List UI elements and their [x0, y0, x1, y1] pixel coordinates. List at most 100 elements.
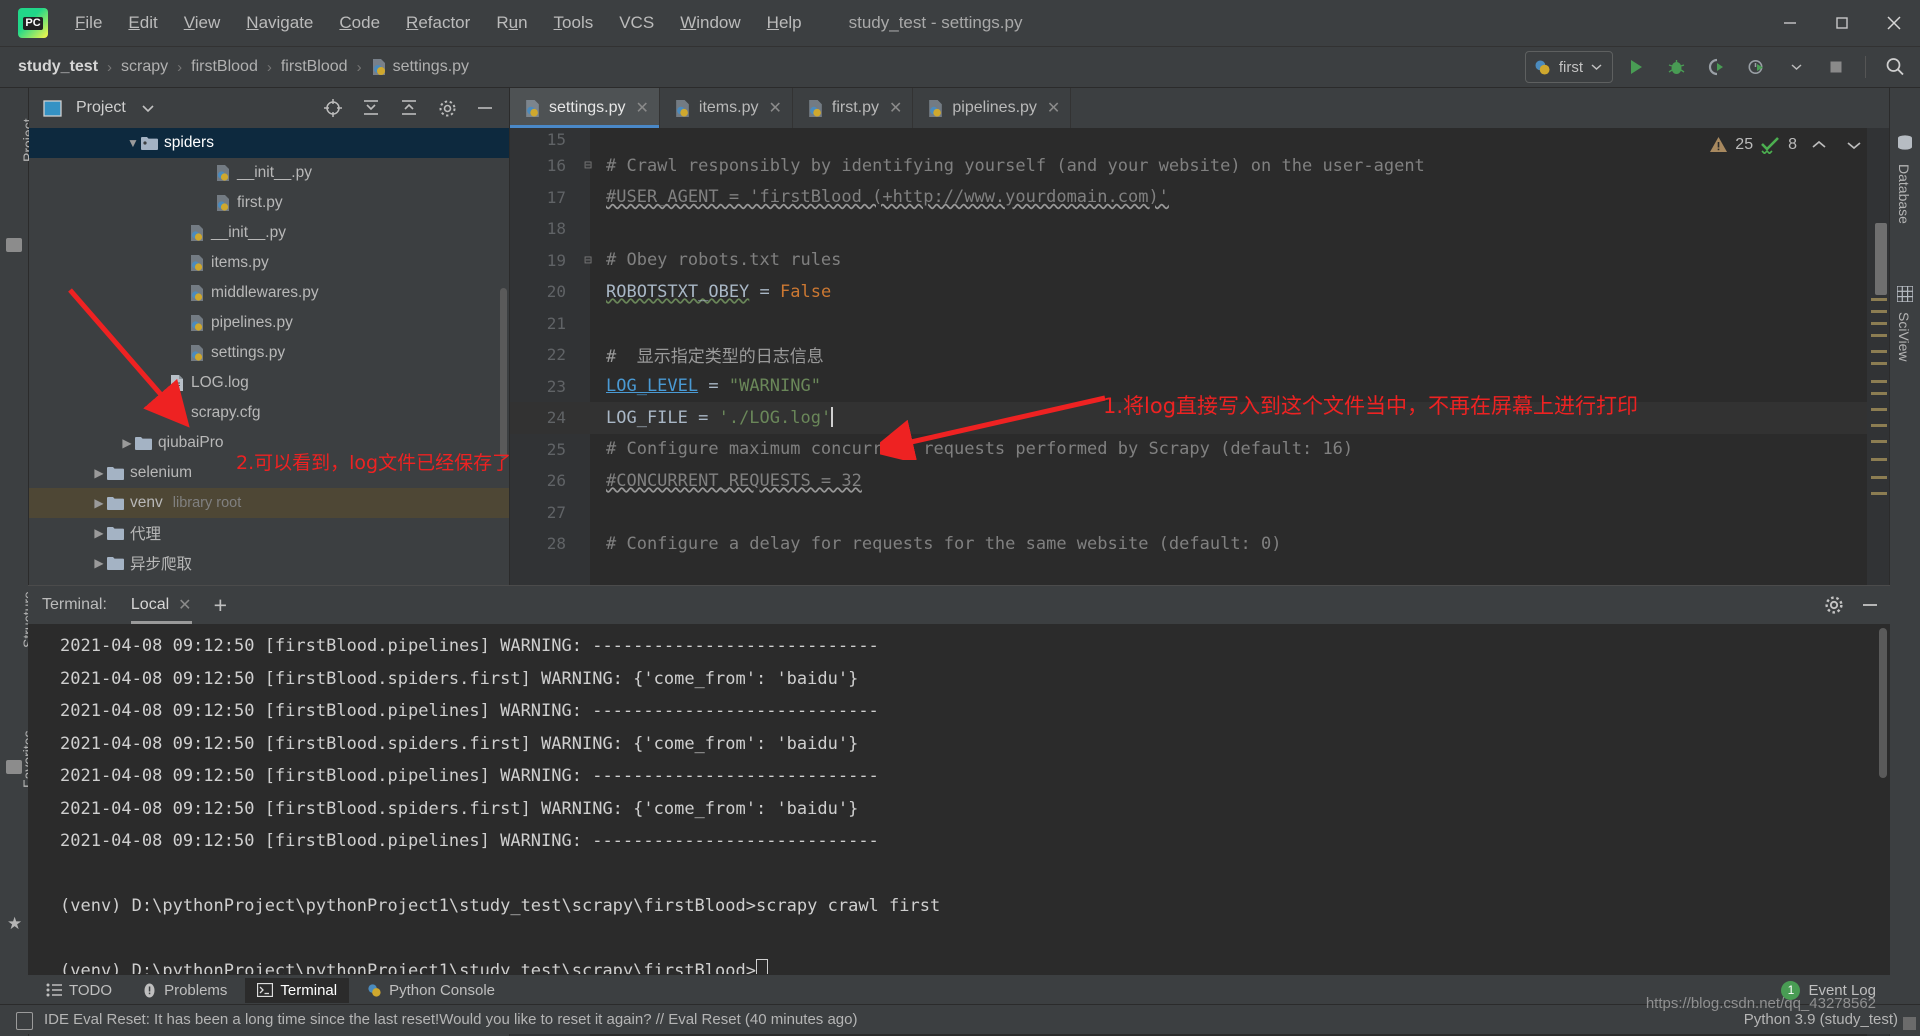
tab-settings-py[interactable]: settings.py ✕ — [510, 88, 660, 128]
chevron-right-icon[interactable]: ▶ — [91, 556, 107, 570]
python-interpreter-label[interactable]: Python 3.9 (study_test) — [1744, 1011, 1898, 1028]
menu-help[interactable]: Help — [754, 13, 815, 33]
menu-tools[interactable]: Tools — [541, 13, 607, 33]
close-icon[interactable]: ✕ — [889, 98, 902, 118]
close-icon[interactable]: ✕ — [768, 98, 781, 118]
fold-marker[interactable]: ⊟ — [576, 158, 600, 173]
python-icon — [368, 983, 381, 997]
menu-edit[interactable]: Edit — [115, 13, 170, 33]
breadcrumb-item-0[interactable]: study_test — [18, 58, 98, 76]
tool-button-label: Terminal — [280, 981, 338, 999]
menu-run[interactable]: Run — [483, 13, 540, 33]
menu-window[interactable]: Window — [667, 13, 753, 33]
tool-button-terminal[interactable]: Terminal — [245, 977, 350, 1003]
sciview-icon[interactable] — [1897, 286, 1913, 302]
rail-sciview-label[interactable]: SciView — [1896, 312, 1912, 362]
maximize-button[interactable] — [1816, 0, 1868, 46]
settings-gear-button[interactable] — [431, 93, 463, 123]
tree-item-yibupaqu[interactable]: ▶ 异步爬取 — [29, 548, 509, 578]
menu-vcs[interactable]: VCS — [606, 13, 667, 33]
fold-marker[interactable]: ⊟ — [576, 253, 600, 268]
code-text: LOG_LEVEL = "WARNING" — [606, 376, 821, 397]
line-number: 16 — [546, 156, 566, 176]
tree-item-pipelines-py[interactable]: pipelines.py — [29, 308, 509, 338]
select-opened-file-button[interactable] — [317, 93, 349, 123]
run-button[interactable] — [1619, 52, 1653, 82]
search-everywhere-button[interactable] — [1878, 52, 1912, 82]
tree-item-scrapy-cfg[interactable]: scrapy.cfg — [29, 398, 509, 428]
breadcrumb-item-3[interactable]: firstBlood — [281, 58, 348, 76]
resize-grip[interactable] — [1903, 1017, 1916, 1030]
chevron-down-icon[interactable] — [142, 104, 154, 113]
tree-item-init-py[interactable]: __init__.py — [29, 218, 509, 248]
menu-navigate[interactable]: Navigate — [233, 13, 326, 33]
tree-item-label: first.py — [237, 194, 283, 211]
chevron-right-icon[interactable]: ▶ — [119, 436, 135, 450]
tree-item-daili[interactable]: ▶ 代理 — [29, 518, 509, 548]
tool-button-python-console[interactable]: Python Console — [355, 978, 507, 1003]
profile-button[interactable] — [1739, 52, 1773, 82]
hide-panel-button[interactable] — [1860, 595, 1880, 615]
collapse-all-button[interactable] — [393, 93, 425, 123]
tree-item-label: 异步爬取 — [130, 556, 193, 573]
menu-view[interactable]: View — [171, 13, 234, 33]
python-file-icon — [191, 315, 203, 331]
tree-item-venv[interactable]: ▶ venv library root — [29, 488, 509, 518]
profile-dropdown[interactable] — [1779, 52, 1813, 82]
breadcrumb-item-1[interactable]: scrapy — [121, 58, 168, 76]
code-line: 16 ⊟ # Crawl responsibly by identifying … — [510, 150, 1889, 182]
terminal-output[interactable]: 2021-04-08 09:12:50 [firstBlood.pipeline… — [28, 624, 1890, 975]
breadcrumb-item-4[interactable]: settings.py — [371, 58, 469, 76]
stop-button[interactable] — [1819, 52, 1853, 82]
chevron-right-icon[interactable]: ▶ — [91, 466, 107, 480]
project-folder-icon[interactable] — [6, 238, 22, 252]
terminal-scrollbar[interactable] — [1879, 628, 1887, 778]
close-icon[interactable]: ✕ — [635, 98, 648, 118]
chevron-right-icon[interactable]: ▶ — [91, 526, 107, 540]
tool-button-problems[interactable]: Problems — [130, 978, 239, 1003]
close-icon[interactable]: ✕ — [1047, 98, 1060, 118]
expand-all-button[interactable] — [355, 93, 387, 123]
run-configuration-selector[interactable]: first — [1524, 51, 1613, 83]
debug-button[interactable] — [1659, 52, 1693, 82]
tree-item-spiders[interactable]: ▼ spiders — [29, 128, 509, 158]
editor-scrollbar-thumb[interactable] — [1875, 223, 1887, 295]
tree-item-first-py[interactable]: first.py — [29, 188, 509, 218]
favorites-star-icon[interactable]: ★ — [7, 914, 22, 934]
new-session-button[interactable]: + — [214, 593, 227, 617]
menu-file[interactable]: File — [62, 13, 115, 33]
breadcrumb-separator: › — [266, 58, 272, 76]
python-file-icon — [526, 99, 539, 117]
breadcrumb-separator: › — [107, 58, 113, 76]
next-problem-icon[interactable] — [1845, 138, 1863, 152]
tree-item-settings-py[interactable]: settings.py — [29, 338, 509, 368]
close-button[interactable] — [1868, 0, 1920, 46]
breadcrumb-item-2[interactable]: firstBlood — [191, 58, 258, 76]
menu-code[interactable]: Code — [326, 13, 393, 33]
minimize-button[interactable] — [1764, 0, 1816, 46]
menu-refactor[interactable]: Refactor — [393, 13, 483, 33]
close-icon[interactable]: ✕ — [178, 595, 191, 615]
terminal-prompt-line[interactable]: (venv) D:\pythonProject\pythonProject1\s… — [28, 955, 1890, 975]
tree-item-middlewares-py[interactable]: middlewares.py — [29, 278, 509, 308]
tab-items-py[interactable]: items.py ✕ — [660, 88, 793, 128]
status-message[interactable]: IDE Eval Reset: It has been a long time … — [44, 1011, 857, 1028]
run-with-coverage-button[interactable] — [1699, 52, 1733, 82]
inspection-widget[interactable]: 25 8 — [1709, 136, 1863, 154]
project-vertical-scrollbar[interactable] — [500, 288, 507, 458]
tab-pipelines-py[interactable]: pipelines.py ✕ — [913, 88, 1072, 128]
line-number: 27 — [546, 502, 566, 522]
tool-button-todo[interactable]: TODO — [34, 978, 124, 1003]
hide-panel-button[interactable] — [469, 93, 501, 123]
chevron-right-icon[interactable]: ▶ — [91, 496, 107, 510]
settings-gear-button[interactable] — [1824, 595, 1844, 615]
database-icon[interactable] — [1896, 134, 1914, 152]
previous-problem-icon[interactable] — [1810, 138, 1828, 152]
tree-item-items-py[interactable]: items.py — [29, 248, 509, 278]
rail-database-label[interactable]: Database — [1896, 164, 1912, 224]
tab-first-py[interactable]: first.py ✕ — [793, 88, 914, 128]
terminal-session-tab-local[interactable]: Local ✕ — [130, 592, 192, 624]
tree-item-log-log[interactable]: LOG.log — [29, 368, 509, 398]
tree-item-spiders-init[interactable]: __init__.py — [29, 158, 509, 188]
chevron-down-icon[interactable]: ▼ — [125, 136, 141, 150]
